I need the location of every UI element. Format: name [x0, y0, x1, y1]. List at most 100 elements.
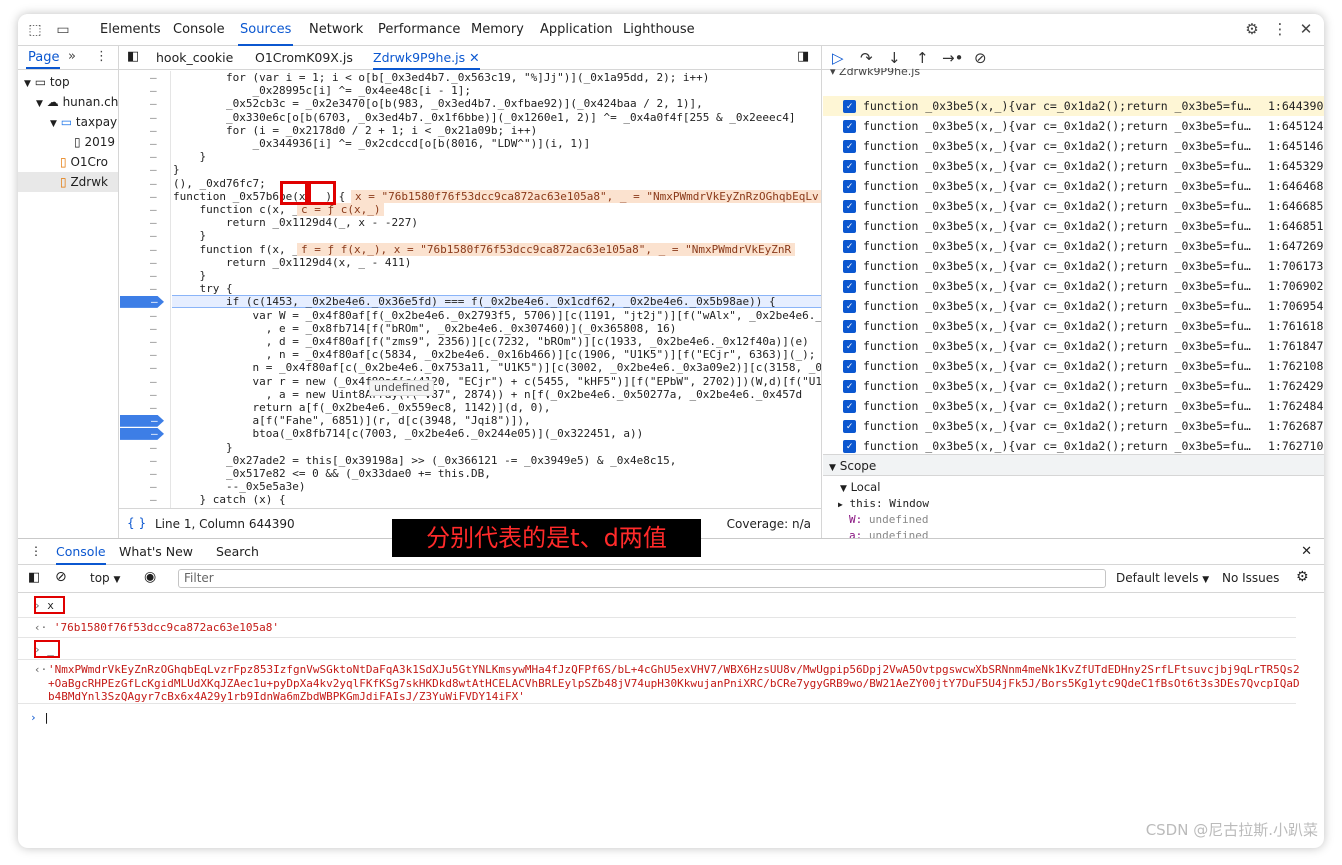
code-line[interactable]: return a[f(_0x2be4e6._0x559ec8, 1142)](d… — [173, 401, 550, 414]
line-gutter-mark[interactable]: – — [150, 467, 160, 480]
resume-icon[interactable]: ▷ — [832, 49, 844, 67]
line-gutter-mark[interactable]: – — [150, 335, 160, 348]
breakpoint-checkbox[interactable]: ✓ — [843, 280, 856, 293]
breakpoint-checkbox[interactable]: ✓ — [843, 400, 856, 413]
tab-console[interactable]: Console — [171, 14, 227, 46]
code-line[interactable]: _0x28995c[i] ^= _0x4ee48c[i - 1]; — [173, 84, 471, 97]
navigator-menu-icon[interactable]: ⋮ — [95, 49, 108, 64]
tab-elements[interactable]: Elements — [98, 14, 163, 46]
line-gutter-mark[interactable]: – — [150, 493, 160, 506]
line-gutter-mark[interactable]: – — [150, 124, 160, 137]
code-line[interactable]: --_0x5e5a3e) — [173, 480, 305, 493]
line-gutter-mark[interactable]: – — [150, 348, 160, 361]
line-gutter-mark[interactable]: – — [150, 150, 160, 163]
close-drawer-icon[interactable]: ✕ — [1301, 544, 1312, 559]
code-line[interactable]: , n = _0x4f80af[c(5834, _0x2be4e6._0x16b… — [173, 348, 816, 361]
tab-performance[interactable]: Performance — [376, 14, 462, 46]
code-line[interactable]: try { — [173, 282, 232, 295]
breakpoint-item[interactable]: ✓ function _0x3be5(x,_){var c=_0x1da2();r… — [823, 316, 1324, 336]
code-line[interactable]: _0x517e82 <= 0 && (_0x33dae0 += this.DB, — [173, 467, 491, 480]
editor-tab-zdrwk[interactable]: Zdrwk9P9he.js ✕ — [373, 46, 480, 70]
line-gutter-mark[interactable]: – — [150, 322, 160, 335]
tab-network[interactable]: Network — [307, 14, 365, 46]
console-sidebar-icon[interactable]: ◧ — [28, 570, 40, 585]
code-line[interactable]: } — [173, 150, 206, 163]
breakpoint-item[interactable]: ✓ function _0x3be5(x,_){var c=_0x1da2();r… — [823, 396, 1324, 416]
toggle-debugger-icon[interactable]: ◨ — [797, 49, 809, 64]
issues-counter[interactable]: No Issues — [1222, 571, 1279, 585]
code-line[interactable]: return _0x1129d4(x, _ - 411) — [173, 256, 411, 269]
line-gutter-mark[interactable]: – — [150, 190, 160, 203]
clear-console-icon[interactable]: ⊘ — [55, 569, 67, 585]
code-line[interactable]: var r = new (_0x4f80af[c(4120, "ECjr") +… — [173, 375, 821, 388]
breakpoint-checkbox[interactable]: ✓ — [843, 220, 856, 233]
code-line[interactable]: (), _0xd76fc7; — [173, 177, 266, 190]
code-line[interactable]: for (var i = 1; i < o[b[_0x3ed4b7._0x563… — [173, 71, 709, 84]
breakpoint-item[interactable]: ✓ function _0x3be5(x,_){var c=_0x1da2();r… — [823, 176, 1324, 196]
code-line[interactable]: return _0x1129d4(_, x - -227) — [173, 216, 418, 229]
scope-local-header[interactable]: ▼ Local — [840, 480, 880, 494]
breakpoint-checkbox[interactable]: ✓ — [843, 160, 856, 173]
line-gutter-mark[interactable]: – — [150, 256, 160, 269]
close-devtools-icon[interactable]: ✕ — [1296, 20, 1316, 38]
line-gutter-mark[interactable]: – — [150, 309, 160, 322]
line-gutter-mark[interactable]: – — [150, 71, 160, 84]
breakpoint-checkbox[interactable]: ✓ — [843, 440, 856, 453]
code-line[interactable]: a[f("Fahe", 6851)](r, d[c(3948, "Jqi8")]… — [173, 414, 530, 427]
code-editor[interactable]: – for (var i = 1; i < o[b[_0x3ed4b7._0x5… — [119, 71, 821, 508]
code-line[interactable]: _0x344936[i] ^= _0x2cdccd[o[b(8016, "LDW… — [173, 137, 590, 150]
breakpoint-item[interactable]: ✓ function _0x3be5(x,_){var c=_0x1da2();r… — [823, 276, 1324, 296]
drawer-menu-icon[interactable]: ⋮ — [30, 544, 42, 558]
breakpoint-checkbox[interactable]: ✓ — [843, 100, 856, 113]
close-tab-icon[interactable]: ✕ — [469, 50, 479, 65]
tab-memory[interactable]: Memory — [469, 14, 526, 46]
breakpoint-checkbox[interactable]: ✓ — [843, 200, 856, 213]
breakpoint-checkbox[interactable]: ✓ — [843, 180, 856, 193]
breakpoint-item[interactable]: ✓ function _0x3be5(x,_){var c=_0x1da2();r… — [823, 256, 1324, 276]
breakpoint-item[interactable]: ✓ function _0x3be5(x,_){var c=_0x1da2();r… — [823, 96, 1324, 116]
code-line[interactable]: , e = _0x8fb714[f("bROm", _0x2be4e6._0x3… — [173, 322, 677, 335]
tab-application[interactable]: Application — [538, 14, 615, 46]
scope-var-this[interactable]: ▶ this: Window — [838, 497, 929, 510]
drawer-tab-search[interactable]: Search — [216, 539, 259, 565]
live-expression-eye-icon[interactable]: ◉ — [144, 569, 156, 585]
breakpoint-item[interactable]: ✓ function _0x3be5(x,_){var c=_0x1da2();r… — [823, 116, 1324, 136]
breakpoint-item[interactable]: ✓ function _0x3be5(x,_){var c=_0x1da2();r… — [823, 416, 1324, 436]
breakpoint-item[interactable]: ✓ function _0x3be5(x,_){var c=_0x1da2();r… — [823, 156, 1324, 176]
step-over-icon[interactable]: ↷ — [860, 49, 873, 67]
line-gutter[interactable] — [119, 71, 171, 508]
breakpoint-checkbox[interactable]: ✓ — [843, 120, 856, 133]
code-line[interactable]: if (c(1453, _0x2be4e6._0x36e5fd) === f(_… — [173, 295, 776, 308]
editor-tab-hook-cookie[interactable]: hook_cookie — [156, 46, 233, 70]
line-gutter-mark[interactable]: – — [150, 441, 160, 454]
drawer-tab-console[interactable]: Console — [56, 539, 106, 565]
code-line[interactable]: btoa(_0x8fb714[c(7003, _0x2be4e6._0x244e… — [173, 427, 643, 440]
line-gutter-mark[interactable]: – — [150, 454, 160, 467]
breakpoint-checkbox[interactable]: ✓ — [843, 320, 856, 333]
tab-sources[interactable]: Sources — [238, 14, 294, 46]
scope-section-header[interactable]: ▼ Scope — [823, 454, 1324, 476]
line-gutter-mark[interactable]: – — [150, 229, 160, 242]
breakpoint-item[interactable]: ✓ function _0x3be5(x,_){var c=_0x1da2();r… — [823, 376, 1324, 396]
drawer-tab-whats-new[interactable]: What's New — [119, 539, 193, 565]
breakpoint-item[interactable]: ✓ function _0x3be5(x,_){var c=_0x1da2();r… — [823, 236, 1324, 256]
editor-tab-o1crom[interactable]: O1CromK09X.js — [255, 46, 353, 70]
step-into-icon[interactable]: ↓ — [888, 49, 901, 67]
line-gutter-mark[interactable]: – — [150, 282, 160, 295]
breakpoint-item[interactable]: ✓ function _0x3be5(x,_){var c=_0x1da2();r… — [823, 196, 1324, 216]
code-line[interactable]: } catch (x) { — [173, 493, 285, 506]
breakpoint-checkbox[interactable]: ✓ — [843, 260, 856, 273]
more-tabs-chevron-icon[interactable]: » — [68, 49, 76, 64]
line-gutter-mark[interactable]: – — [150, 203, 160, 216]
line-gutter-mark[interactable]: – — [150, 243, 160, 256]
code-line[interactable]: for (i = _0x2178d0 / 2 + 1; i < _0x21a09… — [173, 124, 537, 137]
line-gutter-mark[interactable]: – — [150, 375, 160, 388]
tree-item-top[interactable]: ▼ ▭ top — [18, 72, 118, 92]
breakpoint-item[interactable]: ✓ function _0x3be5(x,_){var c=_0x1da2();r… — [823, 336, 1324, 356]
line-gutter-mark[interactable]: – — [150, 401, 160, 414]
code-line[interactable]: n = _0x4f80af[c(_0x2be4e6._0x753a11, "U1… — [173, 361, 821, 374]
step-icon[interactable]: →• — [942, 49, 963, 67]
breakpoint-checkbox[interactable]: ✓ — [843, 300, 856, 313]
console-filter-input[interactable]: Filter — [178, 569, 1106, 588]
breakpoint-item[interactable]: ✓ function _0x3be5(x,_){var c=_0x1da2();r… — [823, 296, 1324, 316]
